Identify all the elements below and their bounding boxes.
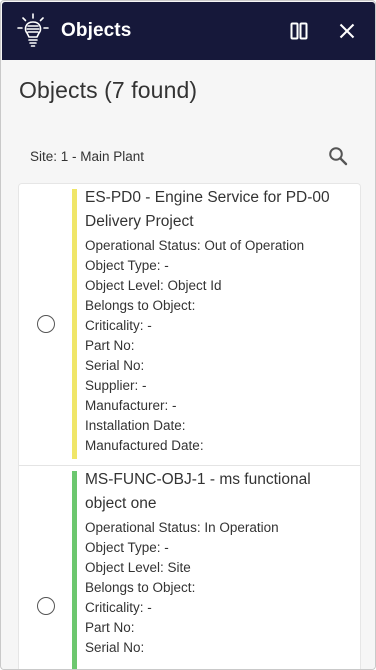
object-field: Object Type: -: [85, 540, 169, 555]
object-field: Object Level: Object Id: [85, 278, 222, 293]
object-title[interactable]: ES-PD0 - Engine Service for PD-00 Delive…: [85, 186, 352, 234]
object-field: Part No:: [85, 338, 135, 353]
object-field: Criticality: -: [85, 318, 152, 333]
status-color-bar: [72, 189, 77, 459]
object-select-radio[interactable]: [37, 315, 55, 333]
object-field: Operational Status: Out of Operation: [85, 238, 305, 253]
object-card[interactable]: ES-PD0 - Engine Service for PD-00 Delive…: [19, 184, 360, 465]
site-filter-label[interactable]: Site: 1 - Main Plant: [30, 149, 144, 164]
object-field: Manufactured Date:: [85, 438, 204, 453]
lightbulb-logo-icon: [16, 12, 50, 50]
object-field: Belongs to Object:: [85, 580, 196, 595]
close-icon[interactable]: [335, 19, 359, 43]
search-icon[interactable]: [326, 144, 350, 168]
object-field: Supplier: -: [85, 378, 147, 393]
objects-list: ES-PD0 - Engine Service for PD-00 Delive…: [18, 183, 361, 669]
page-title: Objects (7 found): [19, 77, 198, 103]
object-field: Part No:: [85, 620, 135, 635]
object-card[interactable]: MS-FUNC-OBJ-1 - ms functional object one…: [19, 465, 360, 669]
object-field: Operational Status: In Operation: [85, 520, 279, 535]
object-select-radio[interactable]: [37, 597, 55, 615]
columns-icon[interactable]: [287, 19, 311, 43]
object-title[interactable]: MS-FUNC-OBJ-1 - ms functional object one: [85, 468, 352, 516]
object-field: Serial No:: [85, 640, 145, 655]
panel-title: Objects: [61, 20, 132, 41]
object-field: Criticality: -: [85, 600, 152, 615]
object-field: Belongs to Object:: [85, 298, 196, 313]
objects-panel: Objects Objects (7 found) Site: 1 - Main…: [0, 0, 376, 670]
status-color-bar: [72, 471, 77, 669]
object-field: Manufacturer: -: [85, 398, 177, 413]
panel-content: Objects (7 found) Site: 1 - Main Plant E…: [2, 60, 375, 669]
object-field: Installation Date:: [85, 418, 186, 433]
object-field: Object Level: Site: [85, 560, 191, 575]
panel-header: Objects: [2, 2, 375, 60]
object-field: Object Type: -: [85, 258, 169, 273]
object-field: Serial No:: [85, 358, 145, 373]
